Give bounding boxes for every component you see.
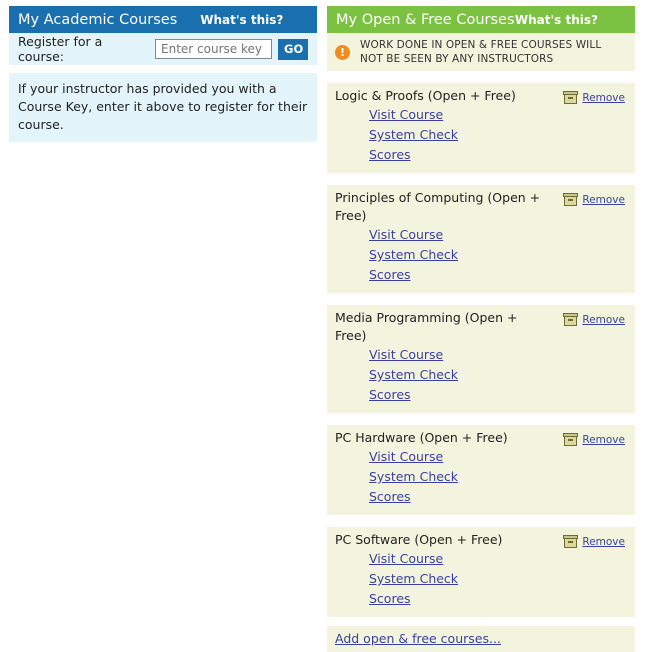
visit-course-link[interactable]: Visit Course [369,549,627,569]
system-check-link[interactable]: System Check [369,365,627,385]
scores-link[interactable]: Scores [369,265,627,285]
open-free-whats-this-link[interactable]: What's this? [515,13,598,27]
course-card: Principles of Computing (Open + Free) Rem… [327,185,635,293]
add-courses-box: Add open & free courses... [327,626,635,652]
trash-icon [563,91,579,104]
exclamation-icon: ! [335,44,350,60]
academic-courses-title: My Academic Courses [18,11,178,28]
course-links: Visit Course System Check Scores [335,345,627,405]
trash-icon [563,535,579,548]
remove-course-button[interactable]: Remove [563,535,625,548]
course-card: Logic & Proofs (Open + Free) Remove Visit … [327,83,635,173]
remove-course-button[interactable]: Remove [563,193,625,206]
course-links: Visit Course System Check Scores [335,447,627,507]
course-title: PC Software (Open + Free) [335,532,503,547]
warning-text: WORK DONE IN OPEN & FREE COURSES WILL NO… [360,39,602,65]
course-title: Principles of Computing (Open + Free) [335,190,541,223]
visit-course-link[interactable]: Visit Course [369,225,627,245]
instructor-warning: ! WORK DONE IN OPEN & FREE COURSES WILL … [327,33,635,71]
scores-link[interactable]: Scores [369,589,627,609]
course-list: Logic & Proofs (Open + Free) Remove Visit … [327,83,635,617]
course-title: Logic & Proofs (Open + Free) [335,88,516,103]
visit-course-link[interactable]: Visit Course [369,345,627,365]
system-check-link[interactable]: System Check [369,467,627,487]
open-free-courses-panel: My Open & Free Courses What's this? ! WO… [327,6,635,652]
course-links: Visit Course System Check Scores [335,105,627,165]
course-links: Visit Course System Check Scores [335,225,627,285]
register-label: Register for a course: [18,34,103,64]
remove-course-button[interactable]: Remove [563,91,625,104]
remove-label: Remove [582,535,625,548]
scores-link[interactable]: Scores [369,487,627,507]
remove-course-button[interactable]: Remove [563,313,625,326]
open-free-courses-header: My Open & Free Courses What's this? [327,6,635,33]
system-check-link[interactable]: System Check [369,569,627,589]
remove-label: Remove [582,313,625,326]
trash-icon [563,433,579,446]
course-key-info: If your instructor has provided you with… [9,73,317,142]
course-key-input[interactable] [155,39,272,59]
remove-course-button[interactable]: Remove [563,433,625,446]
trash-icon [563,313,579,326]
course-card: PC Software (Open + Free) Remove Visit Cou… [327,527,635,617]
academic-whats-this-link[interactable]: What's this? [200,13,283,27]
scores-link[interactable]: Scores [369,145,627,165]
course-title: PC Hardware (Open + Free) [335,430,508,445]
add-open-free-courses-link[interactable]: Add open & free courses... [335,631,501,646]
remove-label: Remove [582,433,625,446]
remove-label: Remove [582,91,625,104]
system-check-link[interactable]: System Check [369,125,627,145]
academic-courses-panel: My Academic Courses What's this? Registe… [9,6,317,142]
course-title: Media Programming (Open + Free) [335,310,518,343]
go-button[interactable]: GO [278,38,308,60]
course-card: Media Programming (Open + Free) Remove Vis… [327,305,635,413]
academic-courses-header: My Academic Courses What's this? [9,6,317,33]
scores-link[interactable]: Scores [369,385,627,405]
remove-label: Remove [582,193,625,206]
trash-icon [563,193,579,206]
open-free-courses-title: My Open & Free Courses [336,11,515,28]
course-links: Visit Course System Check Scores [335,549,627,609]
visit-course-link[interactable]: Visit Course [369,105,627,125]
system-check-link[interactable]: System Check [369,245,627,265]
register-course-row: Register for a course: GO [9,33,317,65]
course-card: PC Hardware (Open + Free) Remove Visit Cou… [327,425,635,515]
visit-course-link[interactable]: Visit Course [369,447,627,467]
